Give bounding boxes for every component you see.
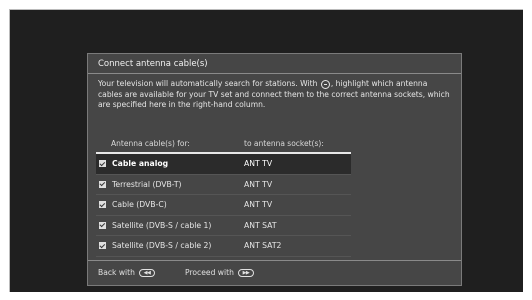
cable-label: Satellite (DVB-S / cable 2) [112,241,212,250]
cable-label: Terrestrial (DVB-T) [112,179,182,189]
cable-label: Cable analog [112,159,169,168]
socket-label: ANT SAT2 [244,241,282,250]
connect-antenna-dialog: Connect antenna cable(s) Your television… [87,53,462,286]
checkbox-checked-icon[interactable] [99,180,106,188]
intro-text: Your television will automatically searc… [98,79,453,111]
cable-label: Cable (DVB-C) [112,200,167,209]
socket-label: ANT TV [244,179,273,189]
socket-label: ANT SAT [244,220,277,230]
socket-label: ANT TV [244,200,273,209]
list-item-cable-dvbc[interactable]: Cable (DVB-C) ANT TV [96,195,351,216]
proceed-button[interactable]: Proceed with ▶▶ [185,261,254,285]
socket-label: ANT TV [244,159,273,168]
proceed-label: Proceed with [185,268,234,277]
checkbox-checked-icon[interactable] [99,242,106,249]
checkbox-checked-icon[interactable] [99,160,106,167]
header-antenna-socket: to antenna socket(s): [244,139,324,148]
back-label: Back with [98,268,135,277]
ok-button-icon [320,79,330,89]
checkbox-checked-icon[interactable] [99,221,106,229]
fast-forward-button-icon: ▶▶ [237,269,254,277]
cable-label: Satellite (DVB-S / cable 1) [112,220,212,230]
header-antenna-cable: Antenna cable(s) for: [111,139,190,148]
list-item-satellite-1[interactable]: Satellite (DVB-S / cable 1) ANT SAT [96,216,351,236]
dialog-title: Connect antenna cable(s) [88,54,461,74]
table-header: Antenna cable(s) for: to antenna socket(… [88,138,461,150]
list-item-cable-analog[interactable]: Cable analog ANT TV [96,154,351,175]
dialog-footer: Back with ◀◀ Proceed with ▶▶ [88,260,461,285]
tv-screen: Connect antenna cable(s) Your television… [9,9,523,292]
back-button[interactable]: Back with ◀◀ [98,261,155,285]
cable-list: Cable analog ANT TV Terrestrial (DVB-T) … [88,154,461,257]
rewind-button-icon: ◀◀ [138,269,155,277]
list-item-terrestrial[interactable]: Terrestrial (DVB-T) ANT TV [96,175,351,195]
checkbox-checked-icon[interactable] [99,201,106,208]
intro-text-part1: Your television will automatically searc… [98,79,318,88]
list-item-satellite-2[interactable]: Satellite (DVB-S / cable 2) ANT SAT2 [96,236,351,257]
